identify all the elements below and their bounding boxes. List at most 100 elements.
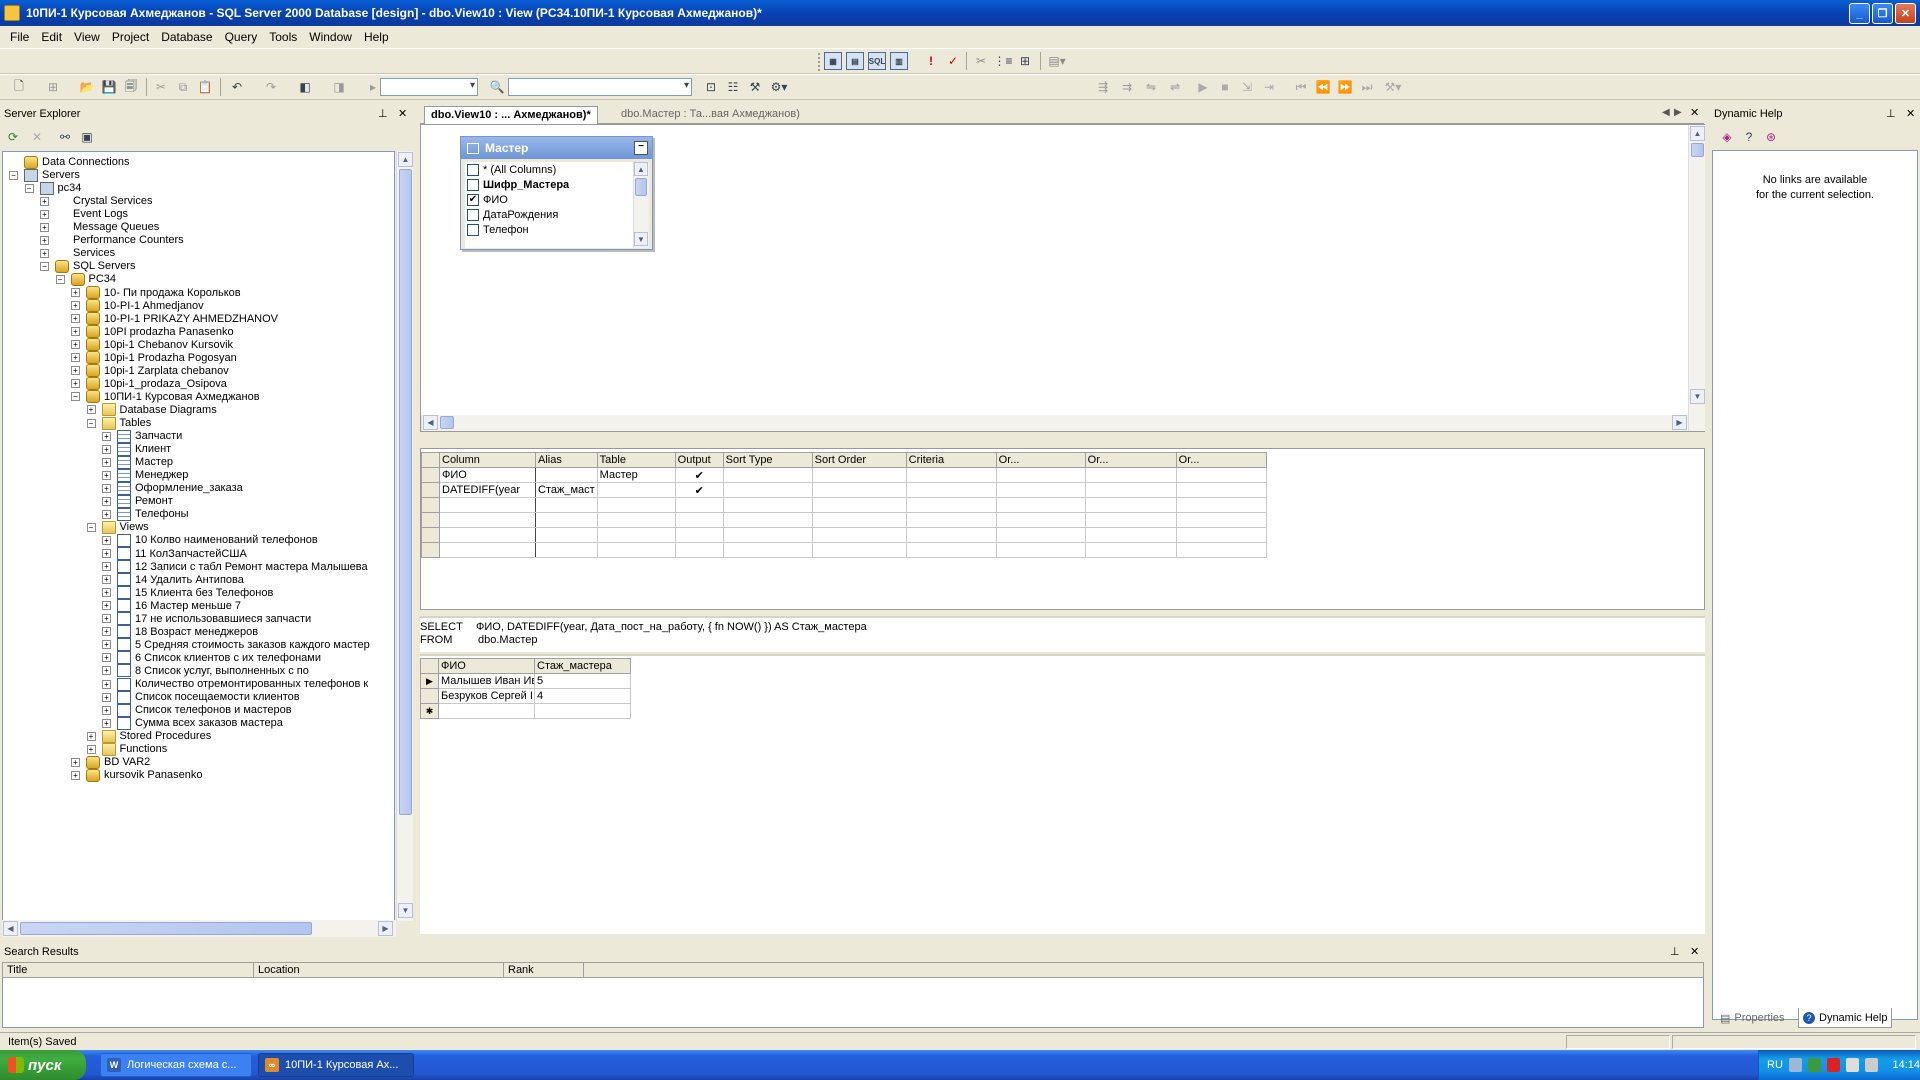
grid-cell[interactable]: ✔ xyxy=(674,482,724,498)
grid-cell[interactable] xyxy=(1084,482,1177,498)
criteria-grid-pane[interactable]: Column Alias Table Output Sort Type Sort Orde… xyxy=(420,448,1705,610)
collapse-icon[interactable]: − xyxy=(55,274,65,284)
sql-pane[interactable]: SELECT ФИО, DATEDIFF(year, Дата_пост_на_… xyxy=(420,616,1705,652)
scroll-thumb[interactable] xyxy=(635,178,647,196)
table-box-header[interactable]: Мастер − xyxy=(461,137,652,159)
expand-icon[interactable]: + xyxy=(102,549,111,558)
grid-cell[interactable] xyxy=(995,497,1086,513)
expand-icon[interactable]: + xyxy=(71,379,80,389)
expand-icon[interactable]: + xyxy=(102,535,111,545)
debug-icon-1[interactable]: ⇶ xyxy=(1094,78,1112,96)
grid-cell[interactable] xyxy=(674,527,724,543)
grid-cell[interactable] xyxy=(722,482,813,498)
scroll-left-icon[interactable]: ◀ xyxy=(3,921,18,936)
debug-icon-2[interactable]: ⇉ xyxy=(1118,78,1136,96)
grid-cell[interactable] xyxy=(722,497,813,513)
grid-cell[interactable] xyxy=(722,467,813,483)
close-icon[interactable]: ✕ xyxy=(1906,107,1915,120)
add-item-icon[interactable]: ⊞ xyxy=(44,78,62,96)
scroll-thumb[interactable] xyxy=(399,169,412,815)
row-selector[interactable] xyxy=(421,542,440,558)
scroll-down-icon[interactable]: ▼ xyxy=(634,232,648,246)
toolbar-grip[interactable] xyxy=(818,53,821,71)
help-search-icon[interactable]: ⊛ xyxy=(1762,128,1780,146)
grid-cell[interactable] xyxy=(811,527,907,543)
grid-column-header[interactable]: Or... xyxy=(1175,452,1267,468)
expand-icon[interactable]: + xyxy=(102,431,111,441)
find-icon[interactable]: 🔍 xyxy=(488,78,506,96)
grid-row[interactable]: ФИО Мастер ✔ xyxy=(421,467,1267,483)
collapse-icon[interactable]: − xyxy=(86,522,96,532)
grid-cell[interactable] xyxy=(1175,542,1267,558)
table-column-row[interactable]: ДатаРождения xyxy=(465,207,633,222)
navigate-backward-icon[interactable]: ◧ xyxy=(296,78,314,96)
grid-cell[interactable]: ✔ xyxy=(674,467,724,483)
show-results-pane-icon[interactable]: ▥ xyxy=(890,52,908,70)
grid-cell[interactable]: DATEDIFF(year xyxy=(439,482,536,498)
connect-server-icon[interactable]: ▣ xyxy=(78,128,96,146)
grid-cell[interactable] xyxy=(535,542,598,558)
scroll-left-icon[interactable]: ◀ xyxy=(423,415,438,430)
expand-icon[interactable]: + xyxy=(40,209,49,219)
row-selector[interactable] xyxy=(421,527,440,543)
language-indicator[interactable]: RU xyxy=(1767,1059,1783,1071)
table-column-row[interactable]: ✔ ФИО xyxy=(465,192,633,207)
debug-icon-3[interactable]: ⇋ xyxy=(1142,78,1160,96)
expand-icon[interactable]: + xyxy=(71,314,80,324)
grid-cell[interactable] xyxy=(439,497,536,513)
paste-icon[interactable]: 📋 xyxy=(196,78,214,96)
grid-row[interactable] xyxy=(421,542,1267,558)
results-row[interactable]: Безруков Сергей I4 xyxy=(420,688,631,704)
row-selector[interactable] xyxy=(421,482,440,498)
results-grid[interactable]: ФИО Стаж_мастера ▶ Малышев Иван Ив 5 Безрук… xyxy=(420,658,631,719)
expand-icon[interactable]: + xyxy=(71,288,80,297)
menu-window[interactable]: Window xyxy=(303,28,358,46)
add-table-icon[interactable]: ⊞ xyxy=(1016,52,1034,70)
minimize-button[interactable]: _ xyxy=(1849,3,1870,24)
step-into-icon[interactable]: ⇲ xyxy=(1238,78,1256,96)
grid-cell[interactable] xyxy=(722,527,813,543)
grid-cell[interactable] xyxy=(905,467,997,483)
expand-icon[interactable]: + xyxy=(102,575,111,585)
grid-cell[interactable] xyxy=(535,467,598,483)
app-icon[interactable] xyxy=(4,5,20,21)
expand-icon[interactable]: + xyxy=(71,327,80,337)
save-all-icon[interactable]: 🗐 xyxy=(122,78,140,96)
expand-icon[interactable]: + xyxy=(102,653,111,663)
menu-file[interactable]: File xyxy=(4,28,35,46)
clock[interactable]: 14:14 xyxy=(1892,1059,1920,1071)
expand-icon[interactable]: + xyxy=(40,196,49,206)
menu-edit[interactable]: Edit xyxy=(35,28,68,46)
tab-view10[interactable]: dbo.View10 : ... Ахмеджанов)* xyxy=(424,106,598,124)
expand-icon[interactable]: + xyxy=(102,509,111,519)
solution-config-dropdown[interactable] xyxy=(380,78,478,96)
grid-column-header[interactable]: Or... xyxy=(1084,452,1177,468)
grid-cell[interactable] xyxy=(722,512,813,528)
expand-icon[interactable]: + xyxy=(40,235,49,245)
connect-database-icon[interactable]: ⚯ xyxy=(56,128,74,146)
close-icon[interactable]: ✕ xyxy=(398,107,407,120)
tree-horizontal-scrollbar[interactable]: ◀ ▶ xyxy=(2,920,396,937)
collapse-icon[interactable]: − xyxy=(24,183,34,193)
grid-column-header[interactable]: Sort Type xyxy=(722,452,813,468)
column-list-scrollbar[interactable]: ▲ ▼ xyxy=(633,162,649,248)
current-row-icon[interactable]: ▶ xyxy=(420,673,439,689)
expand-icon[interactable]: + xyxy=(102,496,111,506)
expand-icon[interactable]: + xyxy=(71,366,80,376)
collapse-icon[interactable]: − xyxy=(40,261,49,271)
grid-cell[interactable] xyxy=(1084,542,1177,558)
search-results-list[interactable] xyxy=(2,978,1704,1028)
scroll-thumb[interactable] xyxy=(20,922,312,935)
results-cell[interactable] xyxy=(438,703,535,719)
menu-tools[interactable]: Tools xyxy=(263,28,303,46)
tree-vertical-scrollbar[interactable]: ▲ ▼ xyxy=(396,151,413,921)
grid-cell[interactable] xyxy=(439,542,536,558)
scroll-up-icon[interactable]: ▲ xyxy=(398,152,413,167)
row-header-corner[interactable] xyxy=(421,452,440,468)
tab-dynamic-help[interactable]: ? Dynamic Help xyxy=(1798,1008,1893,1028)
help-index-icon[interactable]: ? xyxy=(1740,128,1758,146)
grid-cell[interactable]: ФИО xyxy=(439,467,536,483)
expand-icon[interactable]: + xyxy=(102,457,111,467)
undo-icon[interactable]: ↶ xyxy=(228,78,246,96)
grid-column-header[interactable]: Column xyxy=(439,452,536,468)
